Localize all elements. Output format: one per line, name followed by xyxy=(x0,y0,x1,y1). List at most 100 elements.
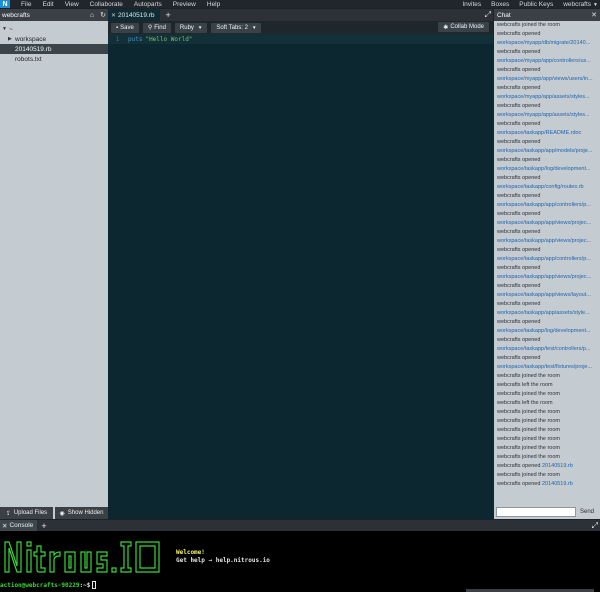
chat-message: webcrafts opened xyxy=(494,174,600,183)
show-hidden-button[interactable]: ◉ Show Hidden xyxy=(55,507,108,519)
chat-file-link[interactable]: workspace/taskapp/log/development... xyxy=(497,166,591,172)
prompt-user: action@webcrafts-90229 xyxy=(0,581,80,589)
chat-message-text: webcrafts opened xyxy=(497,229,541,235)
close-tab-icon[interactable]: ✕ xyxy=(2,522,7,530)
chat-message: webcrafts joined the room xyxy=(494,390,600,399)
chat-message: webcrafts joined the room xyxy=(494,435,600,444)
chat-file-link[interactable]: workspace/taskapp/app/views/projec... xyxy=(497,220,591,226)
find-button[interactable]: ⚲ Find xyxy=(142,22,171,33)
chat-message-text: webcrafts joined the room xyxy=(497,472,560,478)
show-hidden-label: Show Hidden xyxy=(67,510,104,516)
chat-message: webcrafts opened xyxy=(494,156,600,165)
chat-file-link[interactable]: workspace/myapp/app/assets/styles... xyxy=(497,94,590,100)
chat-message: webcrafts opened xyxy=(494,318,600,327)
find-label: Find xyxy=(154,24,166,31)
chat-file-link[interactable]: workspace/myapp/app/assets/styles... xyxy=(497,112,590,118)
new-tab-icon[interactable]: + xyxy=(166,10,171,20)
file-browser-panel: webcrafts ⌂ ↻ ▼ ~ ▶ workspace 20140519.r… xyxy=(0,9,108,519)
chat-message-text: webcrafts opened xyxy=(497,319,541,325)
upload-files-button[interactable]: ⇪ Upload Files xyxy=(0,507,53,519)
editor-tab[interactable]: ✕ 20140519.rb xyxy=(108,9,160,21)
editor-toolbar: ▪ Save ⚲ Find Ruby ▼ Soft Tabs: 2 ▼ ✱ Co… xyxy=(108,21,493,34)
nitrous-logo-icon[interactable]: N xyxy=(0,0,10,8)
menu-edit[interactable]: Edit xyxy=(42,1,53,8)
menu-collaborate[interactable]: Collaborate xyxy=(90,1,123,8)
chat-message: workspace/taskapp/app/models/proje... xyxy=(494,147,600,156)
chat-message: workspace/taskapp/app/views/projec... xyxy=(494,273,600,282)
menu-help[interactable]: Help xyxy=(207,1,220,8)
chat-file-link[interactable]: workspace/taskapp/test/fixtures/proje... xyxy=(497,364,592,370)
tree-item-robots-txt[interactable]: robots.txt xyxy=(0,54,108,64)
home-icon[interactable]: ⌂ xyxy=(90,12,94,19)
chat-message: webcrafts joined the room xyxy=(494,408,600,417)
file-browser-footer: ⇪ Upload Files ◉ Show Hidden xyxy=(0,507,108,519)
chat-message-text: webcrafts opened xyxy=(497,283,541,289)
file-browser-header: webcrafts ⌂ ↻ xyxy=(0,9,108,21)
chat-message-text: webcrafts joined the room xyxy=(497,418,560,424)
menu-invites[interactable]: Invites xyxy=(462,1,481,8)
refresh-icon[interactable]: ↻ xyxy=(100,11,106,19)
chat-message: webcrafts opened xyxy=(494,210,600,219)
language-dropdown[interactable]: Ruby ▼ xyxy=(174,22,208,33)
menu-autoparts[interactable]: Autoparts xyxy=(134,1,162,8)
new-console-icon[interactable]: + xyxy=(41,521,46,531)
chat-file-link[interactable]: workspace/taskapp/app/assets/style... xyxy=(497,310,590,316)
menu-file[interactable]: File xyxy=(21,1,31,8)
chat-message-text: webcrafts joined the room xyxy=(497,22,560,28)
chat-file-link[interactable]: 20140519.rb xyxy=(542,481,573,487)
tree-item-workspace[interactable]: ▶ workspace xyxy=(0,34,108,44)
chat-message: webcrafts opened 20140519.rb xyxy=(494,462,600,471)
search-icon: ⚲ xyxy=(147,25,153,31)
chat-message: webcrafts opened xyxy=(494,84,600,93)
chat-message: workspace/myapp/app/controllers/us... xyxy=(494,57,600,66)
code-line[interactable]: 1 puts "Hello World" xyxy=(108,34,493,44)
chat-file-link[interactable]: 20140519.rb xyxy=(542,463,573,469)
chat-message: webcrafts joined the room xyxy=(494,417,600,426)
chat-file-link[interactable]: workspace/taskapp/config/routes.rb xyxy=(497,184,584,190)
chat-message-text: webcrafts opened xyxy=(497,103,541,109)
chat-message-text: webcrafts opened xyxy=(497,49,541,55)
eye-icon: ◉ xyxy=(59,510,65,517)
chat-file-link[interactable]: workspace/taskapp/README.rdoc xyxy=(497,130,581,136)
chat-file-link[interactable]: workspace/taskapp/app/controllers/p... xyxy=(497,256,591,262)
chat-file-link[interactable]: workspace/myapp/app/controllers/us... xyxy=(497,58,591,64)
tree-item-label: workspace xyxy=(15,35,47,43)
terminal[interactable]: Welcome! Get help → help.nitrous.io acti… xyxy=(0,531,600,592)
console-tab[interactable]: ✕ Console xyxy=(0,520,38,531)
close-icon[interactable]: ✕ xyxy=(591,11,597,19)
menu-preview[interactable]: Preview xyxy=(173,1,196,8)
chat-file-link[interactable]: workspace/myapp/app/views/users/in... xyxy=(497,76,593,82)
chat-file-link[interactable]: workspace/taskapp/app/views/projec... xyxy=(497,238,591,244)
close-tab-icon[interactable]: ✕ xyxy=(111,12,116,19)
chat-file-link[interactable]: workspace/taskapp/log/development... xyxy=(497,328,591,334)
box-name: webcrafts xyxy=(2,11,30,19)
chat-file-link[interactable]: workspace/taskapp/app/views/layout... xyxy=(497,292,591,298)
chat-message-text: webcrafts joined the room xyxy=(497,409,560,415)
collab-mode-button[interactable]: ✱ Collab Mode xyxy=(438,22,489,32)
chat-message: webcrafts opened xyxy=(494,300,600,309)
chat-file-link[interactable]: workspace/taskapp/app/controllers/p... xyxy=(497,202,591,208)
chat-file-link[interactable]: workspace/taskapp/app/models/proje... xyxy=(497,148,592,154)
chat-message: webcrafts left the room xyxy=(494,381,600,390)
tree-root[interactable]: ▼ ~ xyxy=(0,24,108,34)
chevron-down-icon: ▼ xyxy=(251,25,257,30)
menu-public-keys[interactable]: Public Keys xyxy=(519,1,553,8)
tree-item-20140519-rb[interactable]: 20140519.rb xyxy=(0,44,108,54)
menu-user[interactable]: webcrafts ▼ xyxy=(563,1,598,8)
chat-message-text: webcrafts opened xyxy=(497,67,541,73)
save-button[interactable]: ▪ Save xyxy=(111,22,139,33)
soft-tabs-dropdown[interactable]: Soft Tabs: 2 ▼ xyxy=(211,22,262,33)
menu-view[interactable]: View xyxy=(65,1,79,8)
chat-message: workspace/taskapp/app/controllers/p... xyxy=(494,255,600,264)
fullscreen-icon[interactable]: ⤢ xyxy=(592,520,598,531)
send-button[interactable]: Send xyxy=(580,509,594,515)
chat-file-link[interactable]: workspace/taskapp/test/controllers/p... xyxy=(497,346,591,352)
menu-boxes[interactable]: Boxes xyxy=(491,1,509,8)
chat-message: workspace/taskapp/config/routes.rb xyxy=(494,183,600,192)
chat-message: workspace/myapp/app/views/users/in... xyxy=(494,75,600,84)
chat-file-link[interactable]: workspace/taskapp/app/views/projec... xyxy=(497,274,591,280)
chat-file-link[interactable]: workspace/myapp/db/migrate/20140... xyxy=(497,40,590,46)
fullscreen-icon[interactable]: ⤢ xyxy=(485,9,491,21)
chat-input[interactable] xyxy=(496,507,576,517)
chat-message: webcrafts opened xyxy=(494,246,600,255)
